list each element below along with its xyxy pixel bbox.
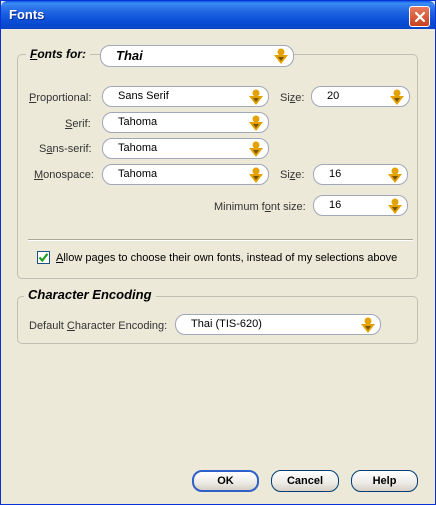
monospace-dropdown[interactable]: Tahoma <box>102 164 269 185</box>
fonts-dialog: Fonts Fonts for: Thai Proportional: Sans… <box>0 0 436 505</box>
proportional-size-value: 20 <box>327 90 340 102</box>
minimum-font-size-label: Minimum font size: <box>214 201 306 213</box>
checkmark-icon <box>38 253 49 263</box>
serif-label: Serif: <box>65 118 91 130</box>
window-title: Fonts <box>9 7 45 22</box>
fonts-for-label-text: onts for: <box>37 47 86 61</box>
dropdown-arrow-icon <box>272 46 290 69</box>
title-bar[interactable]: Fonts <box>1 1 435 29</box>
monospace-label: Monospace: <box>34 169 94 181</box>
dropdown-arrow-icon <box>247 165 265 188</box>
serif-value: Tahoma <box>118 116 158 128</box>
sans-serif-dropdown[interactable]: Tahoma <box>102 138 269 159</box>
default-encoding-label: Default Character Encoding: <box>29 320 168 332</box>
separator <box>28 239 413 241</box>
dialog-body: Fonts for: Thai Proportional: Sans Serif… <box>4 29 432 501</box>
character-encoding-title: Character Encoding <box>24 287 156 302</box>
dropdown-arrow-icon <box>247 139 265 162</box>
fonts-for-value: Thai <box>116 48 143 63</box>
monospace-value: Tahoma <box>118 168 158 180</box>
sans-serif-value: Tahoma <box>118 142 158 154</box>
dropdown-arrow-icon <box>388 87 406 110</box>
proportional-size-label: Size: <box>280 92 305 104</box>
minimum-font-size-value: 16 <box>329 199 342 211</box>
cancel-button[interactable]: Cancel <box>271 470 339 492</box>
dropdown-arrow-icon <box>247 87 265 110</box>
help-button[interactable]: Help <box>351 470 418 492</box>
dropdown-arrow-icon <box>359 315 377 338</box>
default-encoding-dropdown[interactable]: Thai (TIS-620) <box>175 314 381 335</box>
monospace-size-value: 16 <box>329 168 342 180</box>
serif-dropdown[interactable]: Tahoma <box>102 112 269 133</box>
proportional-label: Proportional: <box>29 92 92 104</box>
fonts-for-dropdown[interactable]: Thai <box>100 45 294 67</box>
dropdown-arrow-icon <box>386 196 404 219</box>
monospace-size-label: Size: <box>280 169 305 181</box>
monospace-size-dropdown[interactable]: 16 <box>313 164 408 185</box>
allow-pages-checkbox[interactable] <box>37 251 50 264</box>
proportional-value: Sans Serif <box>118 90 169 102</box>
default-encoding-value: Thai (TIS-620) <box>191 318 262 330</box>
fonts-for-label: Fonts for: <box>26 47 90 61</box>
dropdown-arrow-icon <box>386 165 404 188</box>
proportional-dropdown[interactable]: Sans Serif <box>102 86 269 107</box>
allow-pages-label[interactable]: Allow pages to choose their own fonts, i… <box>56 252 397 264</box>
dropdown-arrow-icon <box>247 113 265 136</box>
ok-button[interactable]: OK <box>192 470 259 492</box>
close-icon <box>414 11 426 23</box>
minimum-font-size-dropdown[interactable]: 16 <box>313 195 408 216</box>
close-button[interactable] <box>409 6 430 27</box>
sans-serif-label: Sans-serif: <box>39 143 92 155</box>
proportional-size-dropdown[interactable]: 20 <box>311 86 410 107</box>
